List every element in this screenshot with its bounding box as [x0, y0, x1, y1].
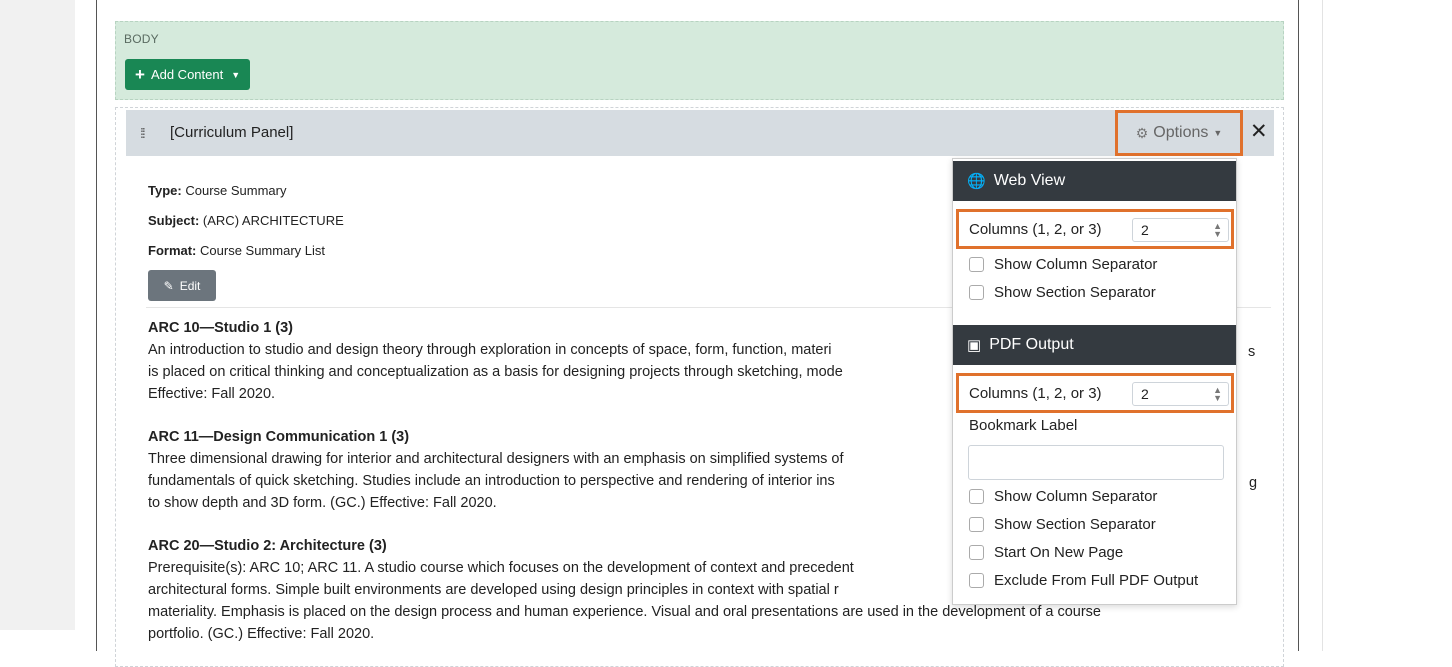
checkbox[interactable] — [969, 545, 984, 560]
pdf-columns-value: 2 — [1141, 386, 1149, 402]
pencil-icon: ✎ — [163, 278, 174, 293]
checkbox[interactable] — [969, 517, 984, 532]
body-region-label: BODY — [124, 32, 159, 46]
options-label: Options — [1153, 124, 1209, 141]
web-show-section-separator[interactable]: Show Section Separator — [969, 284, 1156, 301]
web-show-section-separator-label: Show Section Separator — [994, 284, 1156, 301]
add-content-label: Add Content — [150, 67, 224, 82]
type-key: Type: — [148, 183, 182, 198]
pdf-columns-input[interactable]: 2 ▲ ▼ — [1132, 382, 1229, 406]
course-line-tail: s — [1248, 344, 1256, 360]
bookmark-label: Bookmark Label — [969, 417, 1078, 434]
pdf-show-column-separator[interactable]: Show Column Separator — [969, 488, 1157, 505]
course-line-tail: g — [1249, 475, 1258, 491]
format-row: Format: Course Summary List — [148, 243, 325, 258]
subject-row: Subject: (ARC) ARCHITECTURE — [148, 213, 344, 228]
web-columns-row: Columns (1, 2, or 3) 2 ▲ ▼ — [956, 209, 1234, 249]
pdf-output-heading: ▣ PDF Output — [953, 325, 1236, 365]
bookmark-input[interactable] — [968, 445, 1224, 480]
web-show-column-separator[interactable]: Show Column Separator — [969, 256, 1157, 273]
edit-label: Edit — [179, 278, 201, 293]
course-description-line: portfolio. (GC.) Effective: Fall 2020. — [148, 626, 375, 642]
sliders-icon: ⚙ — [1135, 124, 1149, 141]
left-gutter — [0, 0, 75, 630]
web-columns-value: 2 — [1141, 222, 1149, 238]
globe-icon: 🌐 — [967, 173, 986, 190]
options-dropdown: 🌐 Web View Columns (1, 2, or 3) 2 ▲ ▼ Sho… — [952, 158, 1237, 605]
caret-down-icon: ▼ — [1213, 128, 1223, 138]
checkbox[interactable] — [969, 257, 984, 272]
pdf-columns-row: Columns (1, 2, or 3) 2 ▲ ▼ — [956, 373, 1234, 413]
pdf-show-column-separator-label: Show Column Separator — [994, 488, 1158, 505]
format-value: Course Summary List — [200, 243, 325, 258]
pdf-file-icon: ▣ — [967, 337, 982, 354]
web-show-column-separator-label: Show Column Separator — [994, 256, 1158, 273]
panel-header: ⁞⁞ [Curriculum Panel] ⚙ Options ▼ ✕ — [126, 110, 1274, 156]
spinner-icon[interactable]: ▲ ▼ — [1213, 222, 1222, 239]
body-region: BODY + Add Content ▼ — [115, 21, 1284, 100]
options-button[interactable]: ⚙ Options ▼ — [1115, 110, 1243, 156]
pdf-start-on-new-page-label: Start On New Page — [994, 544, 1124, 561]
type-row: Type: Course Summary — [148, 183, 286, 198]
checkbox[interactable] — [969, 285, 984, 300]
subject-value: (ARC) ARCHITECTURE — [202, 213, 344, 228]
pdf-show-section-separator-label: Show Section Separator — [994, 516, 1156, 533]
add-content-button[interactable]: + Add Content ▼ — [125, 59, 251, 90]
pdf-exclude-from-full-pdf[interactable]: Exclude From Full PDF Output — [969, 572, 1198, 589]
pdf-output-heading-label: PDF Output — [989, 336, 1074, 353]
drag-handle-icon[interactable]: ⁞⁞ — [140, 125, 146, 141]
pdf-columns-label: Columns (1, 2, or 3) — [969, 384, 1102, 402]
subject-key: Subject: — [148, 213, 200, 228]
edit-button[interactable]: ✎ Edit — [148, 270, 216, 301]
page-border-left — [96, 0, 97, 651]
web-view-heading-label: Web View — [993, 172, 1066, 189]
web-view-heading: 🌐 Web View — [953, 161, 1236, 201]
right-divider — [1322, 0, 1323, 651]
panel-title: [Curriculum Panel] — [170, 124, 294, 141]
pdf-start-on-new-page[interactable]: Start On New Page — [969, 544, 1123, 561]
format-key: Format: — [148, 243, 197, 258]
caret-down-icon: ▼ — [231, 69, 241, 80]
close-icon[interactable]: ✕ — [1250, 119, 1268, 144]
spinner-icon[interactable]: ▲ ▼ — [1213, 386, 1222, 403]
web-columns-input[interactable]: 2 ▲ ▼ — [1132, 218, 1229, 242]
pdf-show-section-separator[interactable]: Show Section Separator — [969, 516, 1156, 533]
pdf-exclude-from-full-pdf-label: Exclude From Full PDF Output — [994, 572, 1199, 589]
checkbox[interactable] — [969, 489, 984, 504]
web-columns-label: Columns (1, 2, or 3) — [969, 220, 1102, 238]
type-value: Course Summary — [185, 183, 287, 198]
checkbox[interactable] — [969, 573, 984, 588]
plus-icon: + — [135, 65, 145, 84]
page-border-right — [1298, 0, 1299, 651]
